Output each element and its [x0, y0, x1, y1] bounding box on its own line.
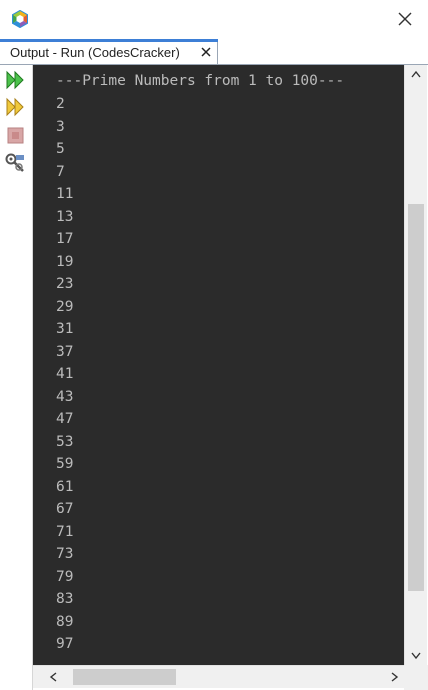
output-line: 29: [56, 298, 74, 315]
output-line: 41: [56, 366, 74, 382]
console-output[interactable]: ---Prime Numbers from 1 to 100--- 2 3 5 7 11…: [33, 65, 404, 665]
output-line: 5: [56, 141, 65, 157]
output-line: 61: [56, 478, 74, 495]
output-line: 31: [56, 321, 74, 337]
output-line: 37: [56, 343, 74, 360]
tab-output-run[interactable]: Output - Run (CodesCracker): [0, 39, 218, 64]
vertical-scrollbar[interactable]: [404, 65, 427, 665]
scroll-up-button[interactable]: [405, 65, 427, 83]
output-line: 7: [56, 163, 65, 180]
scroll-left-button[interactable]: [43, 666, 63, 688]
output-line: 2: [56, 96, 65, 112]
output-line: 73: [56, 546, 74, 562]
tab-label: Output - Run (CodesCracker): [10, 45, 180, 60]
chevron-right-icon: [391, 672, 399, 682]
output-line: 53: [56, 433, 74, 450]
output-line: 11: [56, 186, 74, 202]
output-line: 59: [56, 456, 74, 472]
output-line: 67: [56, 501, 74, 517]
stop-icon[interactable]: [4, 124, 26, 146]
output-line: 3: [56, 118, 65, 135]
output-line: 97: [56, 636, 74, 652]
output-line: 79: [56, 568, 74, 585]
title-bar: [0, 0, 428, 38]
tab-close-icon[interactable]: [200, 46, 212, 58]
output-line: 47: [56, 411, 74, 427]
scroll-right-button[interactable]: [385, 666, 405, 688]
tab-strip: Output - Run (CodesCracker): [0, 38, 428, 65]
horizontal-scroll-thumb[interactable]: [73, 669, 176, 685]
settings-icon[interactable]: [4, 152, 26, 174]
output-line: 19: [56, 253, 74, 270]
console-lines: 2 3 5 7 11 13 17 19 23 29 31 37 41 43 47 53 59 61 67 71 73 79…: [56, 93, 73, 656]
chevron-down-icon: [411, 652, 421, 660]
horizontal-scrollbar[interactable]: [33, 665, 404, 688]
active-tab-indicator: [0, 39, 218, 42]
rerun-icon[interactable]: [4, 69, 26, 91]
chevron-left-icon: [49, 672, 57, 682]
console-title-line: ---Prime Numbers from 1 to 100---: [56, 73, 345, 89]
output-line: 13: [56, 208, 74, 225]
close-icon: [398, 12, 412, 26]
output-toolbar: [0, 65, 33, 690]
netbeans-logo-icon: [12, 10, 28, 28]
window-close-button[interactable]: [394, 8, 416, 30]
rerun-with-options-icon[interactable]: [4, 96, 26, 118]
vertical-scroll-thumb[interactable]: [408, 204, 424, 591]
scrollbar-corner: [404, 665, 428, 690]
output-line: 17: [56, 231, 74, 247]
chevron-up-icon: [411, 70, 421, 78]
output-line: 83: [56, 591, 74, 607]
output-line: 43: [56, 388, 74, 405]
output-line: 89: [56, 613, 74, 630]
scroll-down-button[interactable]: [405, 647, 427, 665]
output-line: 71: [56, 523, 74, 540]
output-line: 23: [56, 276, 74, 292]
